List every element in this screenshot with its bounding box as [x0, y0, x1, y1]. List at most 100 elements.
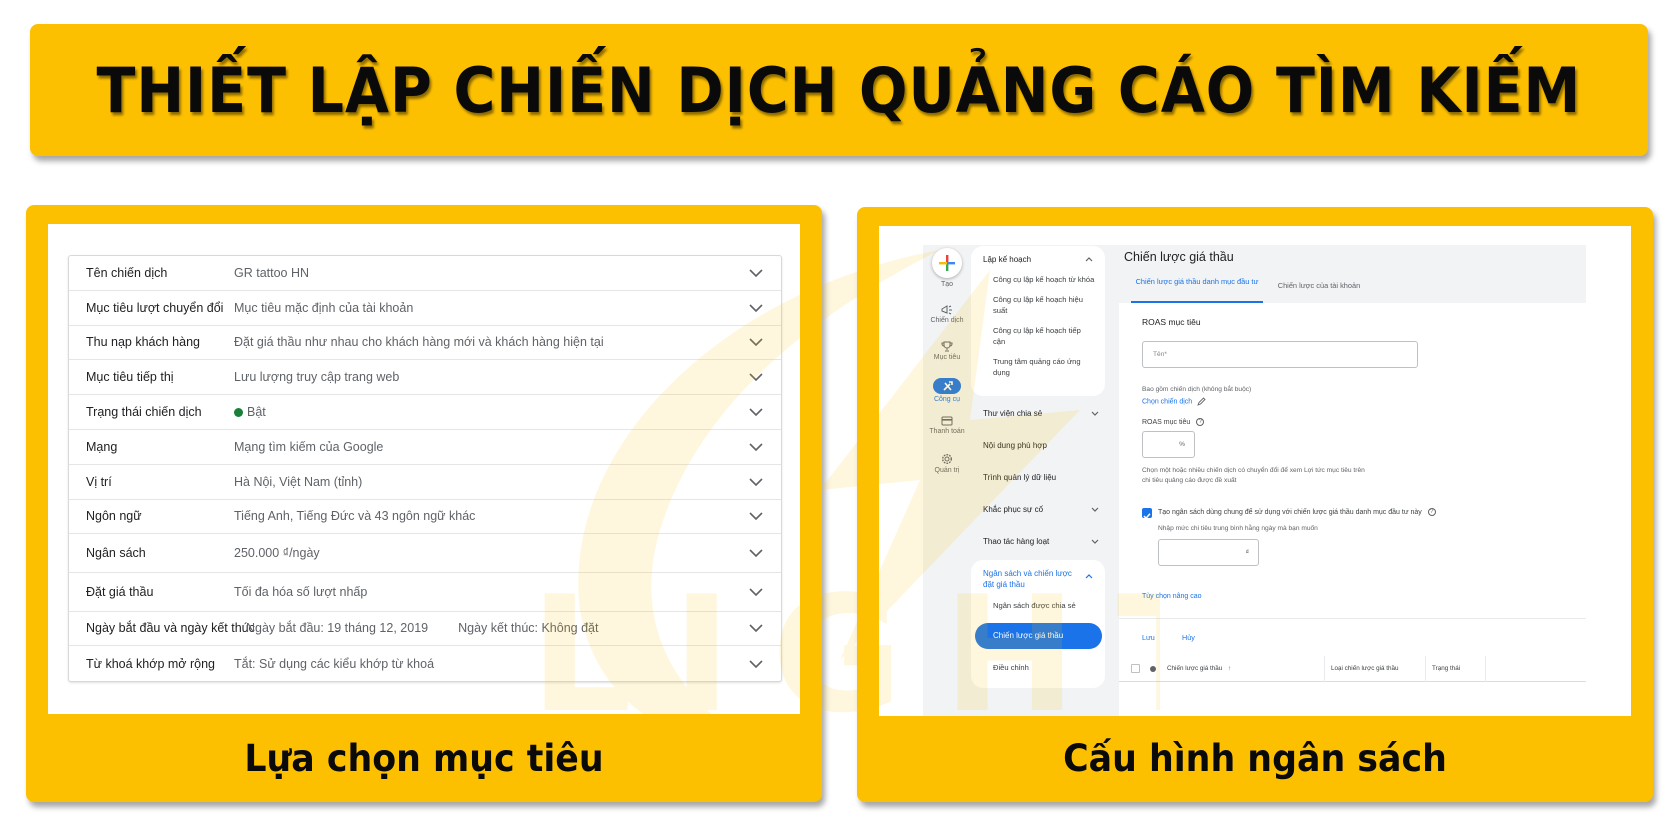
- chevron-down-icon[interactable]: [749, 269, 763, 277]
- setting-row-languages[interactable]: Ngôn ngữ Tiếng Anh, Tiếng Đức và 43 ngôn…: [69, 500, 781, 535]
- menu-item-adjustments[interactable]: Điều chỉnh: [993, 663, 1029, 672]
- nav-goals[interactable]: Mục tiêu: [923, 341, 971, 361]
- menu-item-data-manager[interactable]: Trình quản lý dữ liệu: [983, 473, 1101, 482]
- menu-item-performance-planner[interactable]: Công cụ lập kế hoạch hiệu suất: [971, 294, 1105, 316]
- status-dot-icon: [1150, 666, 1156, 672]
- google-ads-screenshot: Tạo Chiến dịch Mục tiêu Công cụ Thanh to…: [879, 226, 1631, 716]
- create-button[interactable]: [932, 248, 962, 278]
- divider: [1119, 618, 1586, 619]
- setting-row-bidding[interactable]: Đặt giá thầu Tối đa hóa số lượt nhấp: [69, 573, 781, 612]
- select-all-checkbox[interactable]: [1131, 664, 1140, 673]
- menu-label: Thư viện chia sẻ: [983, 409, 1043, 418]
- shared-budget-checkbox[interactable]: [1142, 508, 1152, 520]
- cancel-button[interactable]: Hủy: [1182, 633, 1195, 642]
- chevron-up-icon[interactable]: [1085, 574, 1093, 579]
- nav-admin[interactable]: Quản trị: [923, 453, 971, 474]
- menu-item-reach-planner[interactable]: Công cụ lập kế hoạch tiếp cận: [971, 325, 1105, 347]
- chevron-down-icon[interactable]: [749, 443, 763, 451]
- menu-item-bid-strategies[interactable]: Chiến lược giá thầu: [975, 623, 1102, 649]
- daily-spend-input[interactable]: ₫: [1158, 539, 1259, 566]
- chevron-down-icon[interactable]: [749, 373, 763, 382]
- setting-row-locations[interactable]: Vị trí Hà Nội, Việt Nam (tỉnh): [69, 465, 781, 500]
- card-caption: Lựa chọn mục tiêu: [244, 737, 604, 780]
- setting-row-networks[interactable]: Mạng Mạng tìm kiếm của Google: [69, 430, 781, 465]
- megaphone-icon: [941, 305, 952, 315]
- setting-row-start-end-dates[interactable]: Ngày bắt đầu và ngày kết thúc Ngày bắt đ…: [69, 612, 781, 647]
- chevron-down-icon[interactable]: [1091, 539, 1099, 544]
- setting-label: Mục tiêu lượt chuyển đổi: [86, 300, 224, 315]
- select-campaigns-link[interactable]: Chọn chiến dịch: [1142, 397, 1206, 406]
- nav-tools[interactable]: Công cụ: [923, 378, 971, 403]
- menu-group-label[interactable]: Ngân sách và chiến lược đặt giá thầu: [983, 568, 1075, 590]
- chevron-down-icon[interactable]: [749, 512, 763, 521]
- menu-item-shared-budgets[interactable]: Ngân sách được chia sẻ: [993, 601, 1076, 610]
- chevron-down-icon[interactable]: [749, 660, 763, 668]
- campaign-settings-screenshot: Tên chiến dịch GR tattoo HN Mục tiêu lượ…: [48, 224, 800, 714]
- target-roas-input[interactable]: %: [1142, 431, 1195, 458]
- column-header-strategy[interactable]: Chiến lược giá thầu ↑: [1167, 665, 1231, 672]
- setting-row-campaign-name[interactable]: Tên chiến dịch GR tattoo HN: [69, 256, 781, 291]
- start-date: Ngày bắt đầu: 19 tháng 12, 2019: [246, 621, 429, 636]
- name-placeholder: Tên*: [1153, 351, 1167, 358]
- menu-item-content-suitability[interactable]: Nội dung phù hợp: [983, 441, 1101, 450]
- chevron-down-icon[interactable]: [749, 338, 763, 347]
- tab-portfolio-strategies[interactable]: Chiến lược giá thầu danh mục đầu tư: [1131, 277, 1263, 303]
- setting-row-campaign-status[interactable]: Trạng thái chiến dịch Bật: [69, 395, 781, 430]
- chevron-down-icon[interactable]: [749, 408, 763, 417]
- card-caption: Cấu hình ngân sách: [1063, 737, 1447, 780]
- label-text: ROAS mục tiêu: [1142, 419, 1191, 426]
- sort-arrow-up-icon[interactable]: ↑: [1228, 665, 1231, 672]
- setting-value: 250.000 ₫/ngày: [234, 546, 320, 561]
- end-date: Ngày kết thúc: Không đặt: [458, 621, 599, 636]
- column-header-strategy-type[interactable]: Loại chiến lược giá thầu: [1331, 665, 1399, 672]
- tab-account-strategies[interactable]: Chiến lược của tài khoản: [1269, 281, 1369, 290]
- menu-label: Khắc phục sự cố: [983, 505, 1044, 514]
- nav-billing[interactable]: Thanh toán: [923, 416, 971, 435]
- chevron-down-icon[interactable]: [749, 549, 763, 558]
- setting-row-customer-acquisition[interactable]: Thu nạp khách hàng Đặt giá thầu như nhau…: [69, 326, 781, 361]
- chevron-down-icon[interactable]: [749, 478, 763, 486]
- help-icon[interactable]: ?: [1196, 418, 1205, 427]
- menu-label: Thao tác hàng loạt: [983, 537, 1050, 546]
- goal-selection-card: Tên chiến dịch GR tattoo HN Mục tiêu lượ…: [26, 205, 822, 802]
- setting-value: Mạng tìm kiếm của Google: [234, 439, 384, 454]
- setting-row-marketing-objective[interactable]: Mục tiêu tiếp thị Lưu lượng truy cập tra…: [69, 360, 781, 396]
- chevron-down-icon[interactable]: [1091, 507, 1099, 512]
- menu-item-app-advertising-hub[interactable]: Trung tâm quảng cáo ứng dụng: [971, 356, 1105, 378]
- header-banner: THIẾT LẬP CHIẾN DỊCH QUẢNG CÁO TÌM KIẾM: [30, 24, 1648, 156]
- chevron-down-icon[interactable]: [749, 304, 763, 312]
- menu-item-bulk-actions[interactable]: Thao tác hàng loạt: [983, 537, 1101, 546]
- menu-item-shared-library[interactable]: Thư viện chia sẻ: [983, 409, 1101, 418]
- trophy-icon: [941, 341, 953, 352]
- setting-row-conversion-goals[interactable]: Mục tiêu lượt chuyển đổi Mục tiêu mặc đị…: [69, 291, 781, 326]
- setting-label: Thu nạp khách hàng: [86, 335, 200, 350]
- column-separator: [1425, 656, 1426, 682]
- help-icon[interactable]: ?: [1427, 508, 1436, 517]
- menu-item-troubleshooting[interactable]: Khắc phục sự cố: [983, 505, 1101, 514]
- chevron-up-icon[interactable]: [1085, 257, 1093, 262]
- nav-label: Quản trị: [934, 467, 960, 474]
- shared-budget-label: Tạo ngân sách dùng chung để sử dụng với …: [1158, 508, 1436, 518]
- setting-label: Ngân sách: [86, 546, 146, 561]
- column-header-status[interactable]: Trạng thái: [1432, 665, 1460, 672]
- name-input[interactable]: Tên*: [1142, 341, 1418, 368]
- menu-group-header[interactable]: Lập kế hoạch: [971, 246, 1105, 274]
- nav-campaigns[interactable]: Chiến dịch: [923, 305, 971, 324]
- nav-create[interactable]: Tạo: [923, 248, 971, 288]
- chevron-down-icon[interactable]: [749, 624, 763, 633]
- setting-row-budget[interactable]: Ngân sách 250.000 ₫/ngày: [69, 534, 781, 573]
- link-text: Chọn chiến dịch: [1142, 398, 1193, 406]
- nav-label: Mục tiêu: [933, 354, 961, 361]
- bid-strategies-table-header: Chiến lược giá thầu ↑ Loại chiến lược gi…: [1119, 656, 1586, 682]
- nav-label: Chiến dịch: [930, 317, 964, 324]
- menu-item-keyword-planner[interactable]: Công cụ lập kế hoạch từ khóa: [971, 274, 1105, 285]
- setting-row-broad-match[interactable]: Từ khoá khớp mở rộng Tắt: Sử dụng các ki…: [69, 646, 781, 681]
- chevron-down-icon[interactable]: [1091, 411, 1099, 416]
- chevron-down-icon[interactable]: [749, 588, 763, 596]
- label-text: Tạo ngân sách dùng chung để sử dụng với …: [1158, 509, 1422, 516]
- setting-value: Tiếng Anh, Tiếng Đức và 43 ngôn ngữ khác: [234, 509, 476, 524]
- percent-suffix: %: [1179, 441, 1185, 448]
- save-button[interactable]: Lưu: [1142, 633, 1155, 642]
- advanced-options-link[interactable]: Tùy chọn nâng cao: [1142, 593, 1202, 600]
- column-separator: [1324, 656, 1325, 682]
